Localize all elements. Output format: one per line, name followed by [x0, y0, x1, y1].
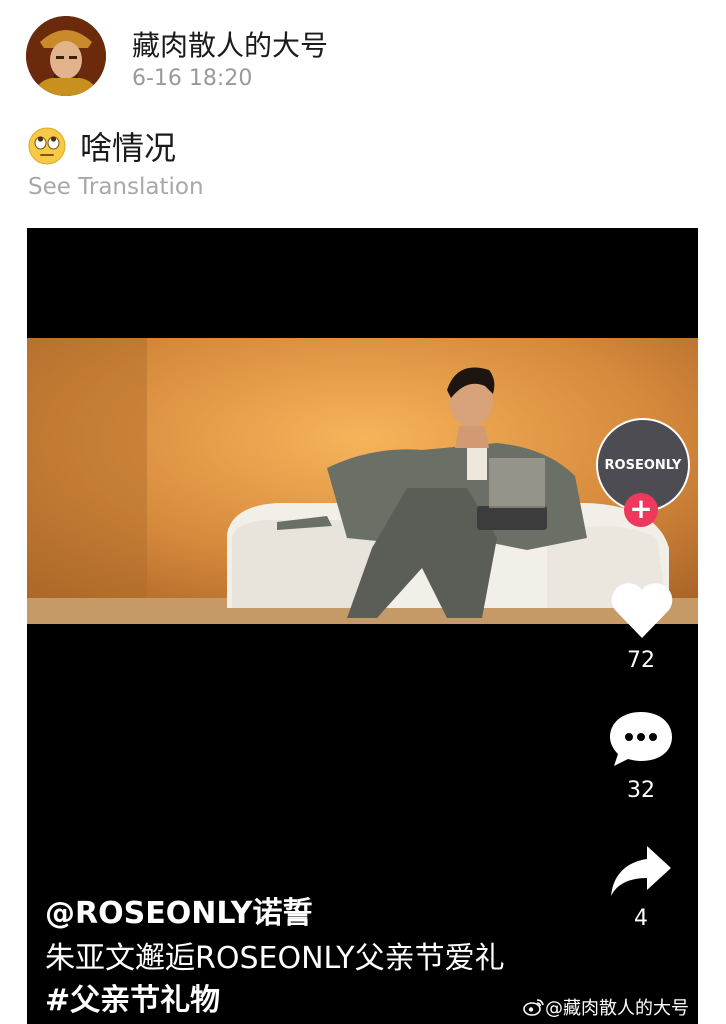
like-count: 72: [627, 648, 655, 673]
watermark-text: @藏肉散人的大号: [545, 998, 689, 1019]
caption-text: 朱亚文邂逅ROSEONLY父亲节爱礼: [45, 941, 505, 976]
heart-icon[interactable]: [609, 580, 675, 640]
share-count: 4: [634, 906, 648, 931]
weibo-watermark: @藏肉散人的大号: [523, 994, 689, 1020]
video-frame-image: [27, 338, 698, 624]
follow-button[interactable]: +: [624, 493, 658, 527]
rolling-eyes-emoji-icon: [28, 127, 66, 165]
share-icon[interactable]: [609, 842, 673, 900]
post-timestamp: 6-16 18:20: [132, 66, 253, 91]
video-author[interactable]: @ROSEONLY诺誓: [45, 888, 312, 932]
weibo-logo-icon: [523, 999, 544, 1016]
post-text: 啥情况: [80, 129, 177, 167]
emperor-portrait-icon: [26, 16, 106, 96]
username[interactable]: 藏肉散人的大号: [132, 24, 328, 64]
comment-icon[interactable]: [608, 708, 674, 768]
comment-count: 32: [627, 778, 655, 803]
post-text-row: 啥情况: [28, 124, 176, 168]
caption-hashtag[interactable]: #父亲节礼物: [45, 983, 220, 1018]
video-caption: 朱亚文邂逅ROSEONLY父亲节爱礼 #父亲节礼物: [45, 938, 515, 1022]
avatar[interactable]: [26, 16, 106, 96]
see-translation-link[interactable]: See Translation: [28, 174, 204, 200]
video-player[interactable]: ROSEONLY + 72 32 4 @ROSEONLY诺誓 朱亚文邂逅ROSE…: [27, 228, 698, 1024]
